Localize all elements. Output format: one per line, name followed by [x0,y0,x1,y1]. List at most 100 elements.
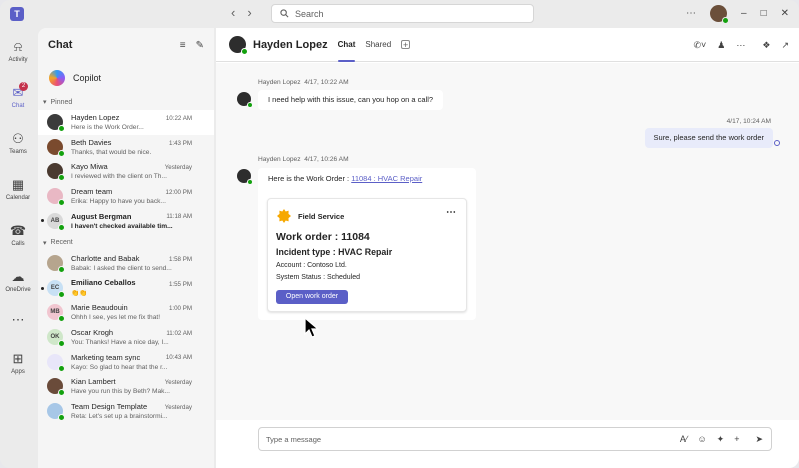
chat-item-preview: 👏👏 [71,290,88,298]
loop-icon[interactable]: ✦ [717,434,725,445]
field-service-icon [277,209,291,223]
chat-list-item[interactable]: Kayo Miwa I reviewed with the client on T… [38,159,214,184]
bell-icon: ⍾ [13,38,23,54]
format-icon[interactable]: A​∕ [680,434,688,445]
rail-item-chat[interactable]: ✉ Chat 2 [0,74,36,120]
chat-list-item[interactable]: OK Oscar Krogh You: Thanks! Have a nice da… [38,325,214,350]
work-order-link[interactable]: 11084 : HVAC Repair [351,174,422,183]
search-icon [280,9,289,18]
maximize-icon[interactable]: □ [761,8,767,19]
adaptive-card: Field Service ⋯ Work order : 11084 Incid… [267,198,467,312]
filter-icon[interactable]: ≡ [180,40,186,51]
chat-list-item[interactable]: EC Emiliano Ceballos 👏👏 1:55 PM [38,276,214,301]
tab-chat[interactable]: Chat [337,28,355,62]
chat-item-preview: Kayo: So glad to hear that the r... [71,363,168,371]
chat-list-item[interactable]: Team Design Template Reta: Let's set up a… [38,399,214,424]
avatar: MB [47,304,65,323]
unread-dot [41,219,44,223]
search-input[interactable]: Search [271,4,534,23]
chat-list-item[interactable]: Hayden Lopez Here is the Work Order... 10:… [38,110,214,135]
presence-icon [58,266,65,274]
rail-label: Chat [11,102,25,109]
recent-section-header[interactable]: ▾ Recent [38,235,214,251]
more-icon[interactable]: ⋯ [736,40,745,51]
close-icon[interactable]: ✕ [781,8,789,19]
avatar[interactable] [710,5,729,24]
avatar [47,402,65,421]
pinned-section-header[interactable]: ▾ Pinned [38,94,214,110]
rail-item-more[interactable]: ⋯ [0,304,36,336]
chat-item-preview: Babak: I asked the client to send... [71,265,172,273]
forward-arrow-icon[interactable]: › [247,6,251,20]
conversation-pane: Hayden Lopez Chat Shared + ✆˅ ♟ ⋯ ❖ ↗ Ha… [216,28,799,468]
compose-actions: A​∕ ☺ ✦ + ➤ [680,434,763,445]
chat-list-item[interactable]: Charlotte and Babak Babak: I asked the cl… [38,251,214,276]
plus-icon: ⊞ [12,350,24,366]
attach-plus-icon[interactable]: + [734,434,739,445]
timestamp: 4/17, 10:24 AM [726,118,771,125]
send-icon[interactable]: ➤ [755,434,763,445]
more-icon[interactable]: ⋯ [446,207,457,218]
avatar[interactable] [237,92,253,108]
chat-item-preview: I reviewed with the client on Th... [71,173,167,181]
presence-icon [58,364,65,372]
presence-icon [58,389,65,397]
avatar: AB [47,212,65,231]
rail-item-activity[interactable]: ⍾ Activity [0,28,36,74]
back-arrow-icon[interactable]: ‹ [231,6,235,20]
compose-placeholder: Type a message [266,434,322,444]
avatar[interactable] [229,36,248,55]
presence-icon [58,174,65,182]
minimize-icon[interactable]: – [741,8,747,19]
rail-item-onedrive[interactable]: ☁ OneDrive [0,258,36,304]
more-icon[interactable]: ⋯ [686,8,696,19]
rail-label: Calls [11,240,25,247]
tab-shared[interactable]: Shared [365,28,391,62]
rail-label: Calendar [5,194,31,201]
sender-name: Hayden Lopez [258,156,301,163]
rail-item-calls[interactable]: ☎ Calls [0,212,36,258]
copilot-item[interactable]: Copilot [38,62,214,94]
unread-badge: 2 [19,82,28,91]
avatar [47,138,65,157]
presence-icon [247,102,253,108]
avatar [47,378,65,397]
chat-item-time: 1:43 PM [168,139,192,147]
pinned-label: Pinned [50,98,73,106]
open-work-order-button[interactable]: Open work order [276,290,348,304]
unread-dot [41,286,44,290]
avatar [47,353,65,372]
message-text: Here is the Work Order : 11084 : HVAC Re… [268,174,422,183]
rail-item-calendar[interactable]: ▦ Calendar [0,166,36,212]
avatar[interactable] [237,169,253,185]
chat-list-item[interactable]: Beth Davies Thanks, that would be nice. 1:… [38,135,214,160]
rail-label: Activity [8,56,28,63]
rail-item-teams[interactable]: ⚇ Teams [0,120,36,166]
chat-item-time: Yesterday [164,403,192,411]
chat-list-item[interactable]: Marketing team sync Kayo: So glad to hear… [38,349,214,374]
account-text: Account : Contoso Ltd. [276,262,347,269]
presence-icon [58,315,65,323]
copilot-icon[interactable]: ❖ [762,40,770,51]
call-icon[interactable]: ✆˅ [694,40,707,51]
more-icon: ⋯ [11,312,25,327]
phone-icon: ☎ [9,222,27,238]
search-placeholder: Search [295,8,324,19]
emoji-icon[interactable]: ☺ [697,434,706,445]
popout-icon[interactable]: ↗ [781,40,789,51]
people-icon[interactable]: ♟ [717,40,725,51]
chat-item-preview: Reta: Let's set up a brainstormi... [71,412,168,420]
conversation-title: Hayden Lopez [253,38,328,51]
presence-icon [722,17,729,24]
add-tab-icon[interactable]: + [401,40,411,50]
chat-list-item[interactable]: Dream team Erika: Happy to have you back.… [38,184,214,209]
compose-box[interactable]: Type a message A​∕ ☺ ✦ + ➤ [258,427,772,451]
chat-list-item[interactable]: AB August Bergman I haven't checked availa… [38,208,214,233]
teams-window: T ‹ › Search ⋯ – □ ✕ ⍾ Activity ✉ Chat 2 ⚇ Tea… [0,0,799,468]
chat-item-preview: Here is the Work Order... [71,124,144,132]
rail-item-apps[interactable]: ⊞ Apps [0,340,36,386]
new-chat-icon[interactable]: ✎ [196,40,204,51]
chat-list-item[interactable]: Kian Lambert Have you run this by Beth? M… [38,374,214,399]
avatar-initials: OK [50,334,60,341]
chat-list-item[interactable]: MB Marie Beaudouin Ohhh I see, yes let me … [38,300,214,325]
